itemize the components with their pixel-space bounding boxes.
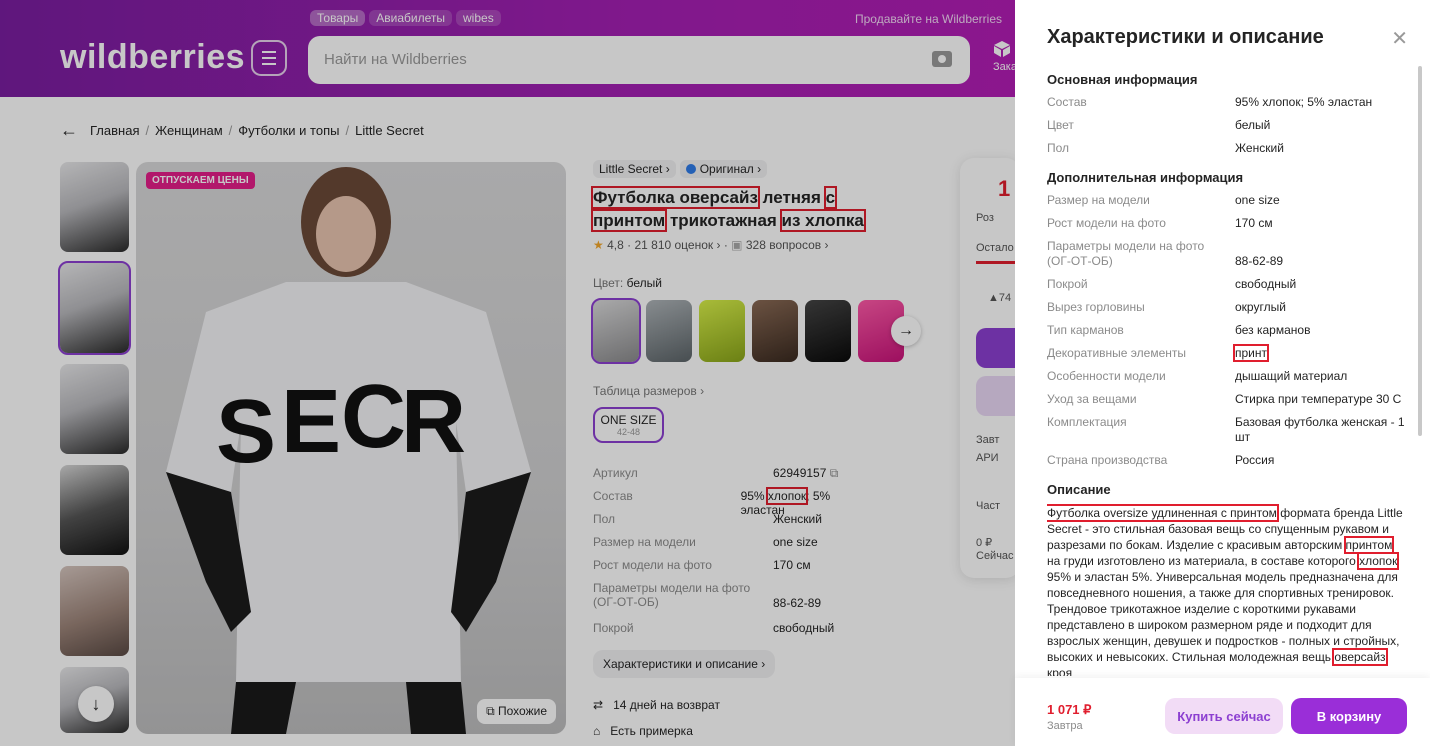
char-value: Стирка при температуре 30 С <box>1235 392 1402 406</box>
char-value: one size <box>1235 193 1280 207</box>
footer-delivery-date: Завтра <box>1047 720 1083 732</box>
char-value: 88-62-89 <box>1235 254 1284 268</box>
char-key: Цвет <box>1047 118 1074 132</box>
overlay-backdrop[interactable] <box>0 0 1015 746</box>
footer-price: 1 071 ₽ <box>1047 702 1092 717</box>
char-row: Страна производства Россия <box>1047 453 1407 468</box>
char-row: Особенности модели дышащий материал <box>1047 369 1407 384</box>
char-row: Цвет белый <box>1047 118 1407 133</box>
char-key: Страна производства <box>1047 453 1168 467</box>
char-key: Вырез горловины <box>1047 300 1145 314</box>
characteristics-panel: Характеристики и описание ✕ Основная инф… <box>1015 0 1430 746</box>
char-row: Рост модели на фото 170 см <box>1047 216 1407 231</box>
char-key: Комплектация <box>1047 415 1127 429</box>
char-value: Россия <box>1235 453 1275 467</box>
char-key: Покрой <box>1047 277 1088 291</box>
char-value: Женский <box>1235 141 1284 155</box>
char-value: белый <box>1235 118 1271 132</box>
panel-footer: 1 071 ₽ Завтра Купить сейчас В корзину <box>1015 678 1430 746</box>
char-value: 170 см <box>1235 216 1273 230</box>
add-to-cart-button[interactable]: В корзину <box>1291 698 1407 734</box>
char-value: свободный <box>1235 277 1297 291</box>
panel-content: Основная информация Состав 95% хлопок; 5%… <box>1047 66 1407 676</box>
char-key: Тип карманов <box>1047 323 1124 337</box>
buy-now-button[interactable]: Купить сейчас <box>1165 698 1283 734</box>
section-title: Основная информация <box>1047 72 1198 87</box>
char-value: 95% хлопок; 5% эластан <box>1235 95 1373 109</box>
char-value: дышащий материал <box>1235 369 1348 383</box>
section-title: Дополнительная информация <box>1047 170 1244 185</box>
char-value: без карманов <box>1235 323 1311 337</box>
char-row: Размер на модели one size <box>1047 193 1407 208</box>
char-key: Рост модели на фото <box>1047 216 1166 230</box>
char-key: Параметры модели на фото (ОГ-ОТ-ОБ) <box>1047 239 1205 268</box>
char-value: принт <box>1233 344 1269 362</box>
description-text: Футболка oversize удлиненная с принтом ф… <box>1047 504 1403 676</box>
scrollbar[interactable] <box>1418 66 1422 436</box>
panel-title: Характеристики и описание <box>1047 26 1324 48</box>
char-row: Покрой свободный <box>1047 277 1407 292</box>
char-row: Пол Женский <box>1047 141 1407 156</box>
char-key: Размер на модели <box>1047 193 1150 207</box>
char-row: Тип карманов без карманов <box>1047 323 1407 338</box>
char-key: Уход за вещами <box>1047 392 1137 406</box>
char-key: Состав <box>1047 95 1087 109</box>
char-row: Комплектация Базовая футболка женская - 1… <box>1047 415 1407 445</box>
char-row: Уход за вещами Стирка при температуре 30 … <box>1047 392 1407 407</box>
char-row: Декоративные элементы принт <box>1047 344 1407 362</box>
char-row: Состав 95% хлопок; 5% эластан <box>1047 95 1407 110</box>
char-key: Декоративные элементы <box>1047 346 1186 360</box>
char-key: Пол <box>1047 141 1070 155</box>
char-value: округлый <box>1235 300 1286 314</box>
char-value: Базовая футболка женская - 1 шт <box>1235 415 1405 444</box>
close-icon[interactable]: ✕ <box>1391 26 1408 51</box>
char-key: Особенности модели <box>1047 369 1166 383</box>
char-row: Вырез горловины округлый <box>1047 300 1407 315</box>
char-row: Параметры модели на фото (ОГ-ОТ-ОБ) 88-62… <box>1047 239 1407 269</box>
section-title: Описание <box>1047 482 1111 497</box>
